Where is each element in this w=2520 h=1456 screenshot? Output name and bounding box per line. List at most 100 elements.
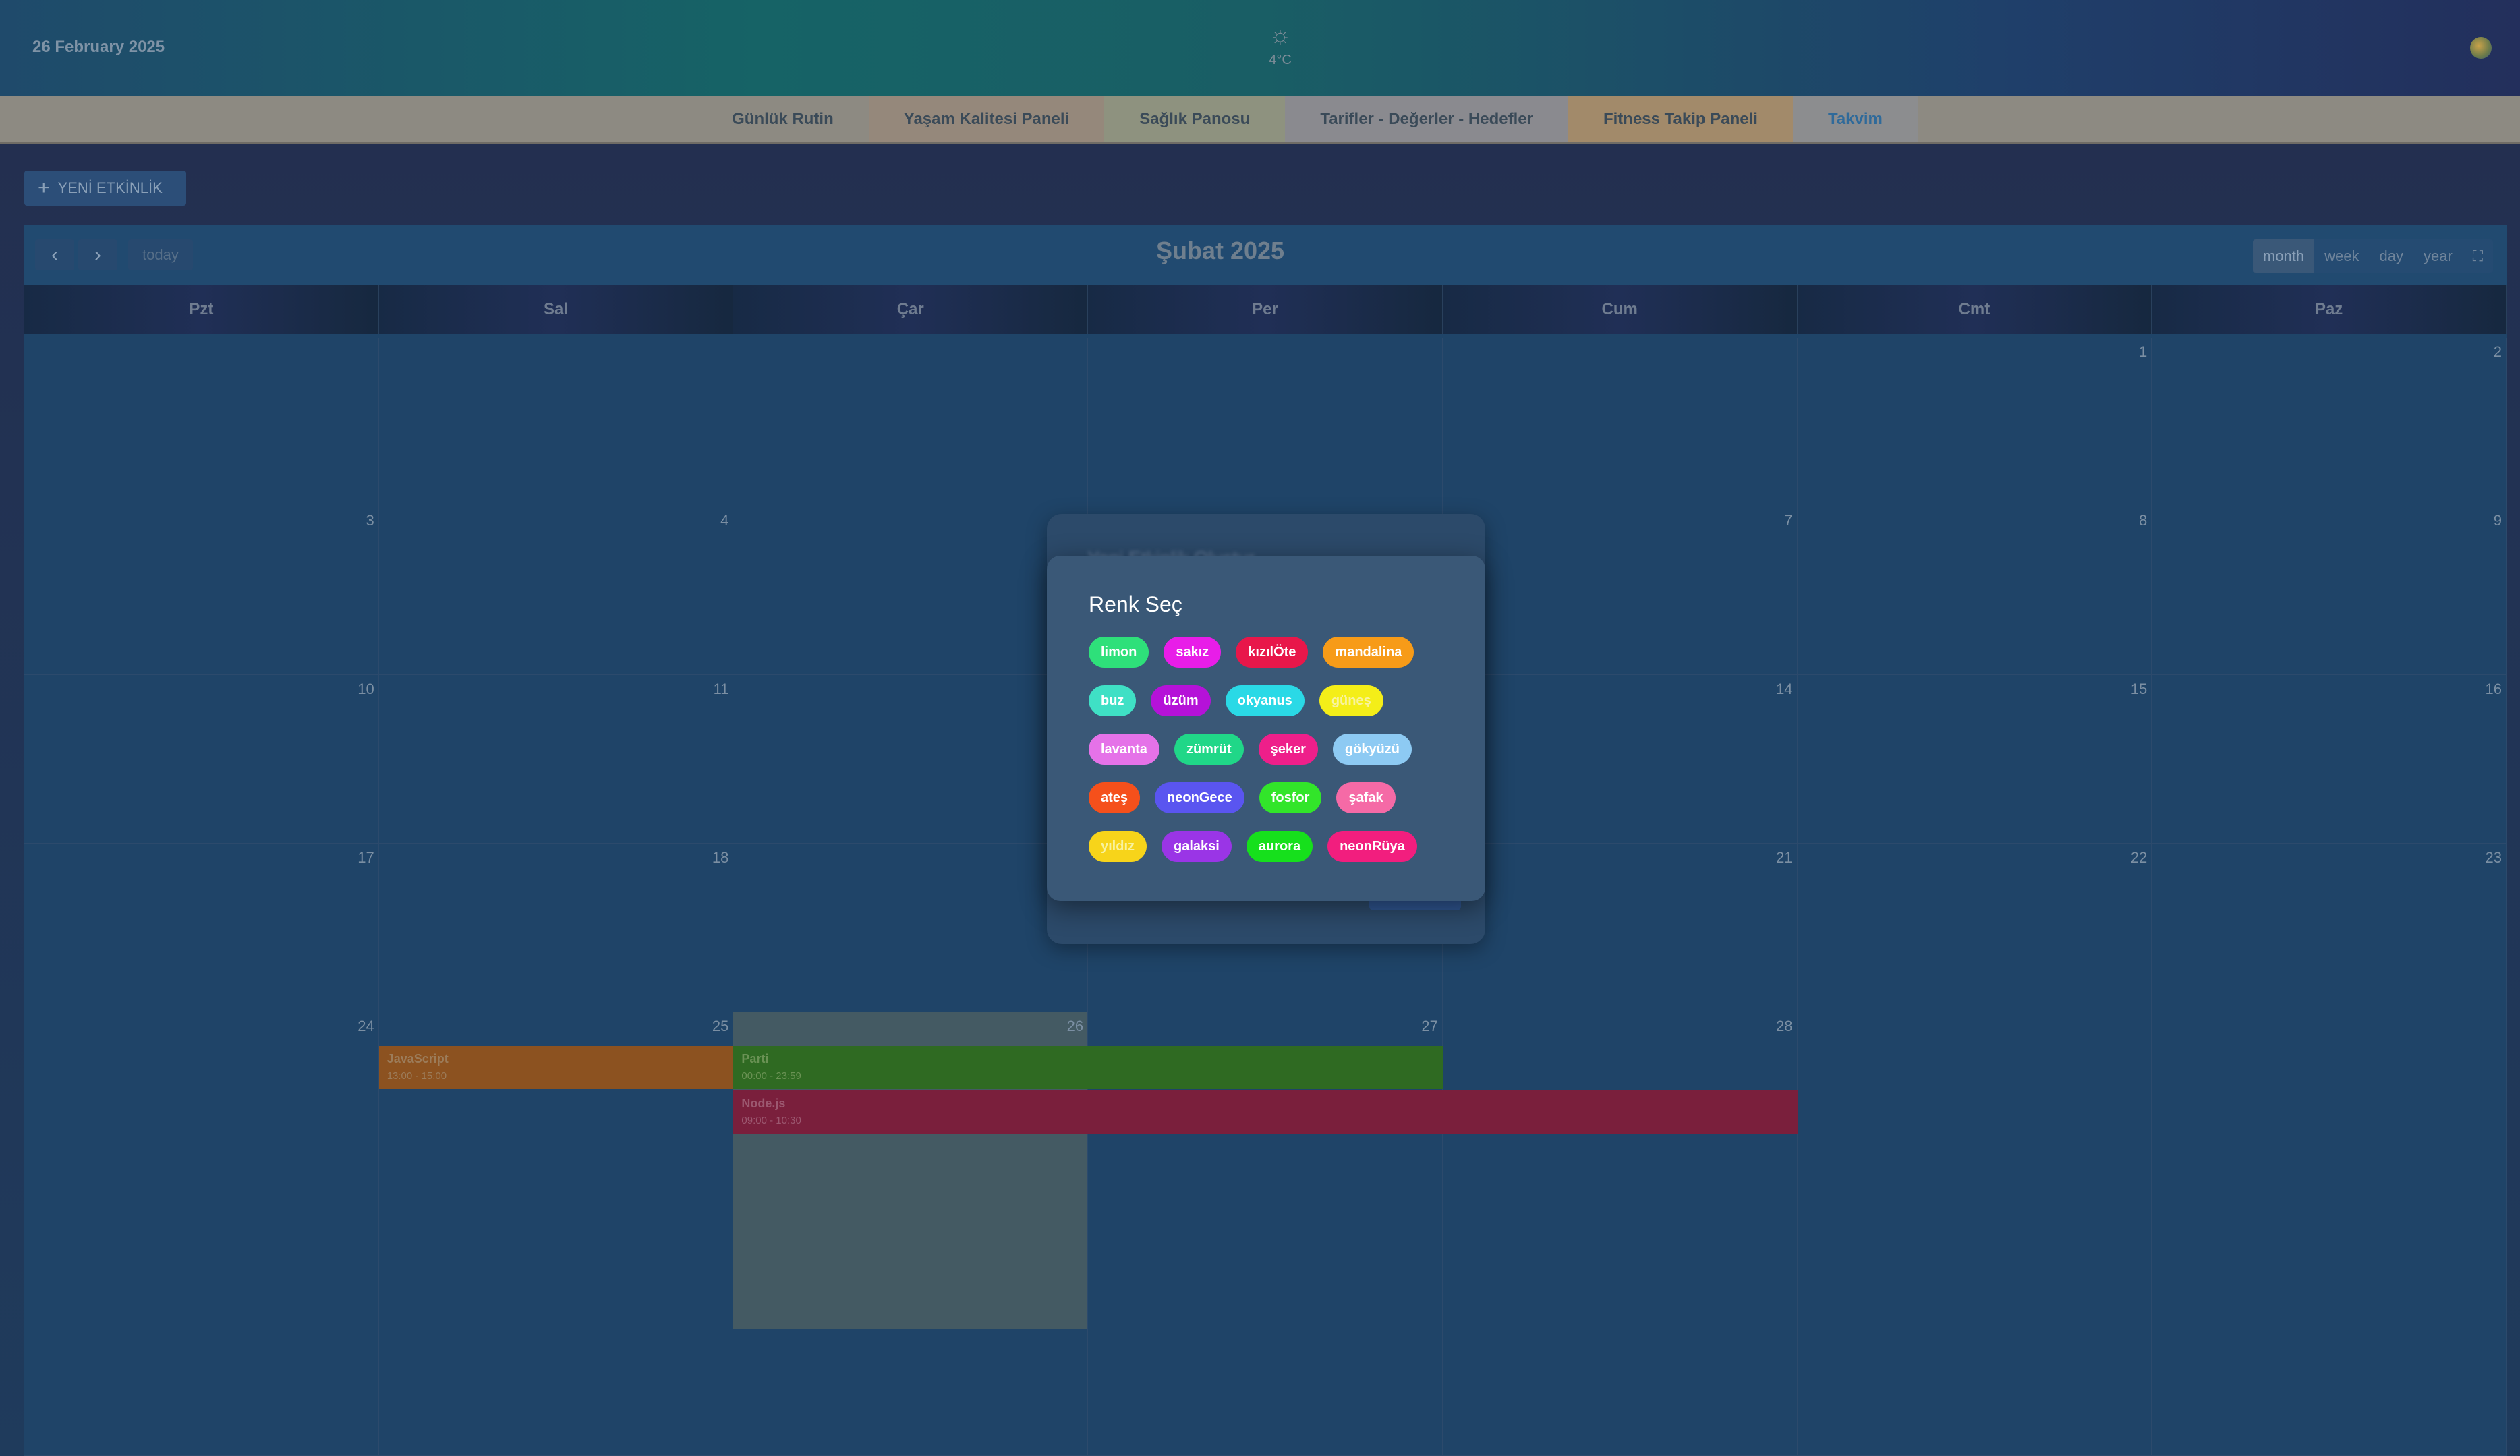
event-nodejs[interactable]: Node.js 09:00 - 10:30 [733, 1090, 1798, 1134]
day-cell[interactable] [733, 675, 1089, 844]
plus-icon: + [38, 177, 50, 199]
color-chip-kızılÖte[interactable]: kızılÖte [1236, 637, 1309, 668]
color-chip-şeker[interactable]: şeker [1258, 734, 1318, 765]
view-month[interactable]: month [2253, 239, 2315, 273]
tab-tarifler[interactable]: Tarifler - Değerler - Hedefler [1285, 96, 1568, 142]
color-chip-üzüm[interactable]: üzüm [1151, 685, 1211, 716]
day-number: 24 [357, 1018, 374, 1035]
tab-takvim[interactable]: Takvim [1792, 96, 1918, 142]
tab-fitness[interactable]: Fitness Takip Paneli [1568, 96, 1793, 142]
day-cell[interactable]: 4 [378, 506, 734, 675]
color-chip-neonRüya[interactable]: neonRüya [1327, 831, 1417, 862]
day-cell[interactable]: 8 [1797, 506, 2152, 675]
color-chip-mandalina[interactable]: mandalina [1323, 637, 1414, 668]
day-cell[interactable]: 1 [1797, 338, 2152, 506]
avatar[interactable] [2470, 37, 2492, 59]
weekday-header: Cum [1442, 285, 1798, 334]
day-number: 23 [2485, 849, 2502, 866]
day-number: 3 [366, 512, 374, 529]
new-event-button[interactable]: + YENİ ETKİNLİK [24, 171, 186, 206]
day-cell[interactable]: 17 [24, 844, 379, 1012]
temperature: 4°C [1269, 53, 1292, 67]
color-chip-row: ateş neonGece fosfor şafak [1089, 782, 1466, 815]
day-cell[interactable]: 22 [1797, 844, 2152, 1012]
day-cell[interactable]: 9 [2152, 506, 2507, 675]
color-chip-şafak[interactable]: şafak [1336, 782, 1396, 813]
event-parti[interactable]: Parti 00:00 - 23:59 [733, 1046, 1443, 1089]
day-cell[interactable] [24, 1329, 379, 1456]
color-chip-aurora[interactable]: aurora [1246, 831, 1313, 862]
color-chip-limon[interactable]: limon [1089, 637, 1149, 668]
color-chip-gökyüzü[interactable]: gökyüzü [1332, 734, 1412, 765]
new-event-label: YENİ ETKİNLİK [57, 179, 163, 196]
day-cell[interactable] [1797, 1012, 2152, 1329]
day-cell[interactable] [1088, 1329, 1443, 1456]
weekday-header: Sal [378, 285, 734, 334]
color-chip-row: buz üzüm okyanus güneş [1089, 685, 1466, 718]
day-cell[interactable] [378, 338, 734, 506]
weekday-header: Pzt [24, 285, 379, 334]
day-number: 7 [1784, 512, 1793, 529]
day-number: 22 [2130, 849, 2148, 866]
color-chip-row: yıldız galaksi aurora neonRüya [1089, 831, 1466, 863]
color-chip-fosfor[interactable]: fosfor [1259, 782, 1322, 813]
view-year[interactable]: year [2413, 239, 2463, 273]
event-title: Parti [741, 1052, 769, 1066]
day-number: 10 [357, 680, 374, 697]
day-number: 26 [1066, 1018, 1084, 1035]
color-chip-galaksi[interactable]: galaksi [1162, 831, 1232, 862]
day-cell[interactable] [1442, 1329, 1798, 1456]
tab-saglik-panosu[interactable]: Sağlık Panosu [1104, 96, 1286, 142]
day-cell[interactable]: 10 [24, 675, 379, 844]
fullscreen-icon[interactable]: ⛶ [2462, 239, 2494, 273]
day-cell[interactable] [733, 844, 1089, 1012]
calendar-toolbar: ‹ › today Şubat 2025 month week day year… [24, 225, 2507, 285]
color-chip-neonGece[interactable]: neonGece [1155, 782, 1244, 813]
day-cell[interactable] [1797, 1329, 2152, 1456]
top-bar: 26 February 2025 ☼ 4°C [0, 0, 2520, 96]
day-cell[interactable] [24, 338, 379, 506]
tab-gunluk-rutin[interactable]: Günlük Rutin [697, 96, 869, 142]
event-javascript[interactable]: JavaScript 13:00 - 15:00 [378, 1046, 734, 1089]
color-chip-güneş[interactable]: güneş [1319, 685, 1383, 716]
color-chip-buz[interactable]: buz [1089, 685, 1137, 716]
color-chip-lavanta[interactable]: lavanta [1089, 734, 1159, 765]
day-cell[interactable]: 21 [1442, 844, 1798, 1012]
day-cell[interactable]: 18 [378, 844, 734, 1012]
day-cell[interactable] [733, 1329, 1089, 1456]
day-cell[interactable] [2152, 1012, 2507, 1329]
color-chip-row: lavanta zümrüt şeker gökyüzü [1089, 734, 1466, 766]
day-cell[interactable]: 2 [2152, 338, 2507, 506]
day-cell[interactable]: 23 [2152, 844, 2507, 1012]
event-time: 00:00 - 23:59 [741, 1070, 801, 1082]
day-cell[interactable] [733, 338, 1089, 506]
color-chip-ateş[interactable]: ateş [1089, 782, 1141, 813]
event-time: 13:00 - 15:00 [386, 1070, 447, 1082]
day-cell[interactable]: 11 [378, 675, 734, 844]
day-number: 21 [1776, 849, 1793, 866]
day-cell[interactable]: 14 [1442, 675, 1798, 844]
day-number: 27 [1421, 1018, 1438, 1035]
event-title: Node.js [741, 1097, 786, 1110]
day-cell[interactable]: 3 [24, 506, 379, 675]
view-day[interactable]: day [2369, 239, 2413, 273]
tab-yasam-kalitesi[interactable]: Yaşam Kalitesi Paneli [868, 96, 1105, 142]
view-switcher: month week day year ⛶ [2253, 239, 2494, 273]
day-cell[interactable] [1088, 338, 1443, 506]
color-chip-yıldız[interactable]: yıldız [1089, 831, 1147, 862]
color-chip-okyanus[interactable]: okyanus [1225, 685, 1305, 716]
color-chip-sakız[interactable]: sakız [1164, 637, 1222, 668]
day-cell[interactable] [733, 506, 1089, 675]
color-chip-zümrüt[interactable]: zümrüt [1174, 734, 1244, 765]
day-cell[interactable] [2152, 1329, 2507, 1456]
day-cell[interactable] [1442, 338, 1798, 506]
view-week[interactable]: week [2314, 239, 2370, 273]
day-cell[interactable]: 24 [24, 1012, 379, 1329]
day-cell[interactable]: 7 [1442, 506, 1798, 675]
day-cell[interactable]: 16 [2152, 675, 2507, 844]
day-number: 18 [712, 849, 729, 866]
day-cell[interactable]: 15 [1797, 675, 2152, 844]
day-number: 8 [2139, 512, 2148, 529]
day-cell[interactable] [378, 1329, 734, 1456]
day-cell[interactable]: 28 [1442, 1012, 1798, 1329]
